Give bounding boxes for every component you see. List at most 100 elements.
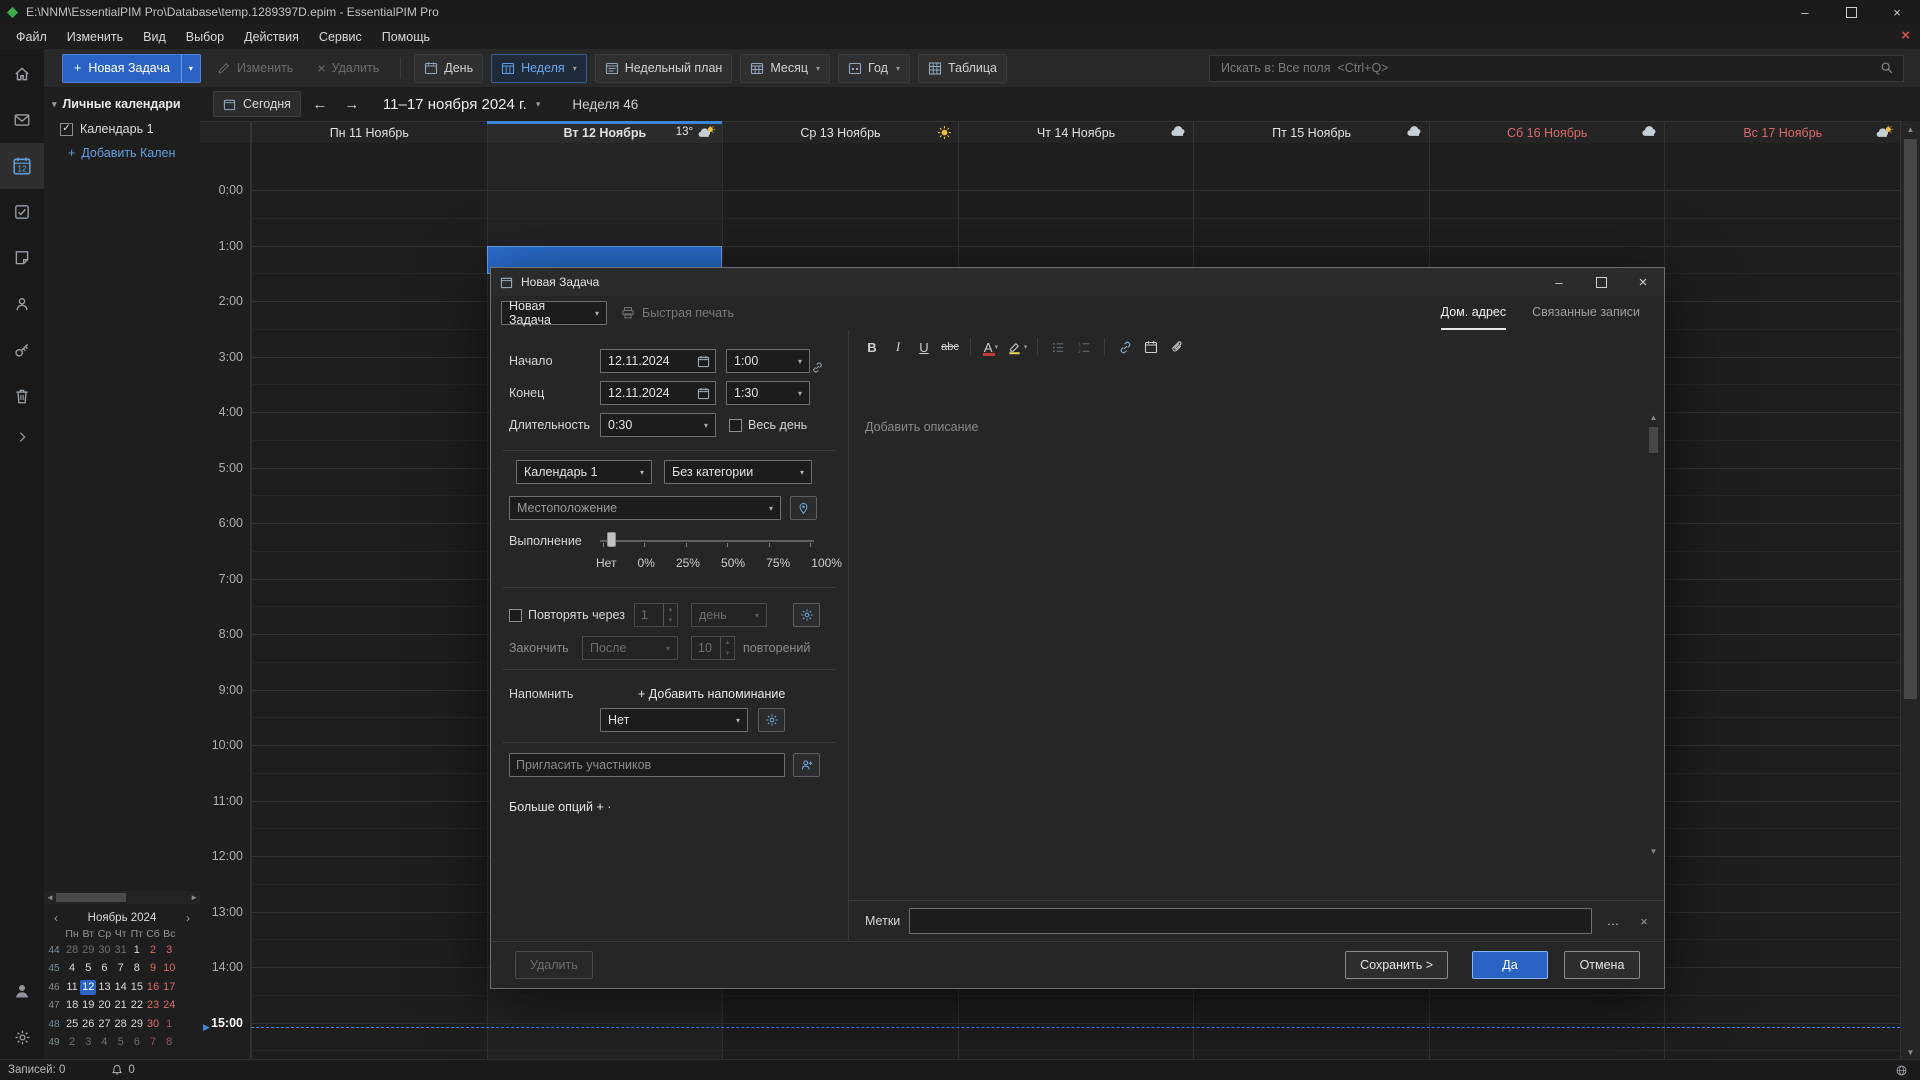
notifications-indicator[interactable]: 0 (111, 1064, 134, 1076)
view-month-button[interactable]: Месяц ▾ (740, 54, 830, 83)
minical-day[interactable]: 6 (96, 961, 112, 976)
minical-day[interactable]: 7 (145, 1035, 161, 1050)
dialog-minimize-button[interactable]: – (1538, 268, 1580, 296)
reminder-settings-button[interactable] (758, 708, 785, 732)
menu-service[interactable]: Сервис (309, 24, 372, 49)
scroll-up-arrow-icon[interactable]: ▲ (1907, 121, 1915, 137)
home-icon[interactable] (0, 51, 44, 97)
minical-day[interactable]: 22 (129, 998, 145, 1013)
minical-day[interactable]: 3 (80, 1035, 96, 1050)
underline-button[interactable]: U (911, 335, 937, 359)
delete-task-button[interactable]: Удалить (515, 951, 593, 979)
scroll-down-arrow-icon[interactable]: ▼ (1907, 1044, 1915, 1060)
calendar-list-item[interactable]: Календарь 1 (60, 122, 200, 136)
minical-next-month-icon[interactable]: › (182, 911, 194, 925)
insert-date-button[interactable] (1138, 335, 1164, 359)
spin-up-icon[interactable]: ▲ (721, 637, 734, 648)
minical-day[interactable]: 30 (96, 943, 112, 958)
minical-day[interactable]: 14 (113, 980, 129, 995)
minical-day[interactable]: 6 (129, 1035, 145, 1050)
collapse-chevron-icon[interactable]: ▾ (52, 99, 57, 110)
passwords-icon[interactable] (0, 327, 44, 373)
minical-day[interactable]: 29 (80, 943, 96, 958)
bullet-list-button[interactable] (1045, 335, 1071, 359)
day-header[interactable]: Вс 17 Ноябрь (1664, 122, 1900, 144)
minical-day[interactable]: 1 (129, 943, 145, 958)
minical-day[interactable]: 5 (113, 1035, 129, 1050)
finish-count-spinner[interactable]: 10 ▲▼ (691, 636, 735, 660)
minical-day[interactable]: 27 (96, 1017, 112, 1032)
view-year-button[interactable]: Год ▾ (838, 54, 910, 83)
minical-day[interactable]: 26 (80, 1017, 96, 1032)
invite-participants-input[interactable] (509, 753, 785, 777)
scroll-down-arrow-icon[interactable]: ▼ (1650, 844, 1658, 858)
day-header[interactable]: Чт 14 Ноябрь (958, 122, 1194, 144)
start-time-combo[interactable]: 1:00 ▾ (726, 349, 810, 373)
month-dropdown-caret-icon[interactable]: ▾ (816, 64, 820, 73)
end-date-field[interactable] (600, 381, 716, 405)
view-day-button[interactable]: День (414, 54, 483, 83)
globe-icon[interactable] (1895, 1064, 1908, 1077)
trash-icon[interactable] (0, 373, 44, 419)
finish-mode-combo[interactable]: После ▾ (582, 636, 678, 660)
end-date-input[interactable] (606, 385, 693, 401)
notes-icon[interactable] (0, 235, 44, 281)
strikethrough-button[interactable]: abc (937, 335, 963, 359)
duration-combo[interactable]: 0:30 ▾ (600, 413, 716, 437)
slider-thumb[interactable] (607, 532, 616, 547)
spin-down-icon[interactable]: ▼ (664, 615, 677, 626)
spin-up-icon[interactable]: ▲ (664, 604, 677, 615)
settings-gear-icon[interactable] (0, 1014, 44, 1060)
add-reminder-link[interactable]: + Добавить напоминание (638, 687, 785, 701)
tasks-icon[interactable] (0, 189, 44, 235)
minical-day[interactable]: 2 (64, 1035, 80, 1050)
minical-day[interactable]: 15 (129, 980, 145, 995)
menu-select[interactable]: Выбор (176, 24, 234, 49)
scrollbar-thumb[interactable] (1649, 427, 1658, 453)
day-column[interactable] (251, 143, 487, 1060)
calendar-module-icon[interactable]: 12 (0, 143, 44, 189)
minical-day[interactable]: 23 (145, 998, 161, 1013)
yes-button[interactable]: Да (1472, 951, 1548, 979)
date-range-selector[interactable]: 11–17 ноября 2024 г. ▾ (383, 96, 540, 113)
completion-slider[interactable] (600, 531, 814, 551)
panel-horizontal-scrollbar[interactable]: ◄ ► (44, 891, 200, 904)
minical-day[interactable]: 12 (80, 980, 96, 995)
user-avatar[interactable] (0, 968, 44, 1014)
repeat-unit-combo[interactable]: день ▾ (691, 603, 767, 627)
tab-related-items[interactable]: Связанные записи (1532, 296, 1640, 330)
minical-day[interactable]: 7 (113, 961, 129, 976)
window-minimize-button[interactable]: – (1782, 0, 1828, 24)
minical-day[interactable]: 4 (96, 1035, 112, 1050)
search-input[interactable] (1219, 60, 1880, 76)
prev-week-arrow[interactable]: ← (307, 92, 333, 116)
year-dropdown-caret-icon[interactable]: ▾ (896, 64, 900, 73)
cancel-button[interactable]: Отмена (1564, 951, 1640, 979)
minical-day[interactable]: 5 (80, 961, 96, 976)
add-participant-button[interactable] (793, 753, 820, 777)
minical-day[interactable]: 21 (113, 998, 129, 1013)
minical-day[interactable]: 3 (161, 943, 177, 958)
editor-scrollbar[interactable]: ▲ ▼ (1647, 410, 1660, 858)
minical-day[interactable]: 8 (129, 961, 145, 976)
minical-day[interactable]: 11 (64, 980, 80, 995)
minical-day[interactable]: 10 (161, 961, 177, 976)
minical-day[interactable]: 20 (96, 998, 112, 1013)
minical-day[interactable]: 8 (161, 1035, 177, 1050)
new-task-button[interactable]: + Новая Задача (63, 55, 181, 82)
italic-button[interactable]: I (885, 335, 911, 359)
end-time-combo[interactable]: 1:30 ▾ (726, 381, 810, 405)
attach-file-button[interactable] (1164, 335, 1190, 359)
menu-help[interactable]: Помощь (372, 24, 440, 49)
day-header[interactable]: Пт 15 Ноябрь (1193, 122, 1429, 144)
edit-button[interactable]: Изменить (209, 61, 301, 75)
contacts-icon[interactable] (0, 281, 44, 327)
delete-button[interactable]: × Удалить (309, 60, 387, 76)
font-color-button[interactable]: A▾ (978, 335, 1004, 359)
expand-sidebar-chevron-icon[interactable] (0, 419, 44, 455)
search-box[interactable] (1209, 55, 1904, 82)
scrollbar-thumb[interactable] (56, 893, 126, 902)
mail-icon[interactable] (0, 97, 44, 143)
day-header[interactable]: Вт 12 Ноябрь13° (487, 122, 723, 144)
item-type-combo[interactable]: Новая Задача ▾ (501, 301, 607, 325)
